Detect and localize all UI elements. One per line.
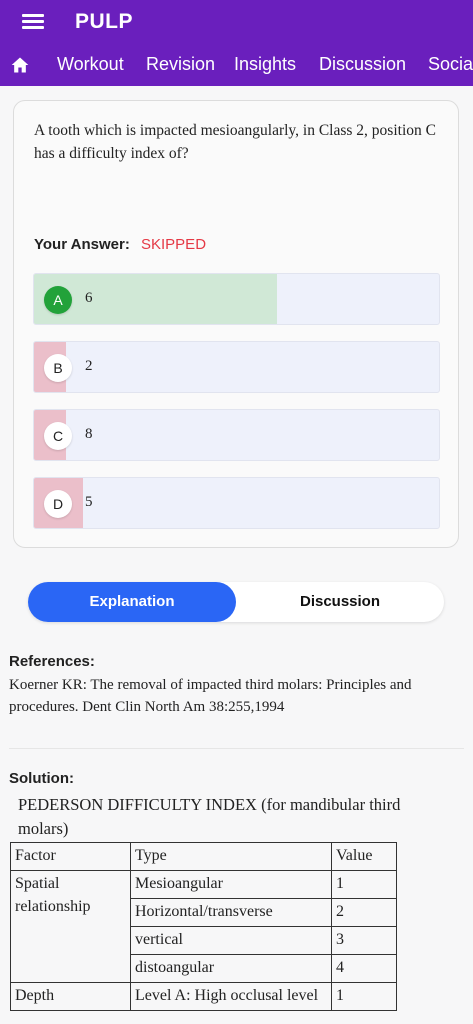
section-divider: [9, 748, 464, 749]
table-cell-value: 1: [331, 982, 397, 1011]
table-header-cell: Type: [130, 842, 332, 871]
table-cell-factor: Spatial relationship: [10, 870, 131, 983]
table-row: Spatial relationship Mesioangular 1: [10, 870, 397, 983]
table-cell-value: 2: [331, 898, 397, 927]
tab-revision[interactable]: Revision: [146, 54, 215, 75]
your-answer-status: SKIPPED: [141, 236, 207, 253]
table-cell-type: distoangular: [130, 954, 332, 983]
table-cell-value: 4: [331, 954, 397, 983]
nav-tabs: Workout Revision Insights Discussion Soc…: [0, 46, 473, 86]
question-card: A tooth which is impacted mesioangularly…: [13, 100, 459, 548]
tab-insights[interactable]: Insights: [234, 54, 296, 75]
option-c-badge: C: [44, 422, 72, 450]
table-header-cell: Factor: [10, 842, 131, 871]
solution-heading: Solution:: [9, 770, 74, 787]
menu-icon[interactable]: [22, 14, 44, 30]
tab-social[interactable]: Social: [428, 54, 473, 75]
table-cell-factor: Depth: [10, 982, 131, 1011]
table-cell-type: Horizontal/transverse: [130, 898, 332, 927]
explanation-discussion-toggle: Explanation Discussion: [28, 582, 444, 622]
table-row: Depth Level A: High occlusal level 1: [10, 982, 397, 1011]
question-text: A tooth which is impacted mesioangularly…: [34, 122, 436, 162]
option-d-badge: D: [44, 490, 72, 518]
option-b-text: 2: [85, 358, 93, 374]
table-header-cell: Value: [331, 842, 397, 871]
option-b[interactable]: B 2: [33, 341, 440, 393]
option-b-badge: B: [44, 354, 72, 382]
references-text: Koerner KR: The removal of impacted thir…: [9, 677, 412, 715]
app-bar: PULP: [0, 0, 473, 46]
home-icon[interactable]: [10, 55, 30, 75]
option-a[interactable]: A 6: [33, 273, 440, 325]
table-cell-value: 1: [331, 870, 397, 899]
option-c-text: 8: [85, 426, 93, 442]
discussion-tab[interactable]: Discussion: [236, 582, 444, 622]
table-header-row: Factor Type Value: [10, 842, 397, 871]
explanation-tab[interactable]: Explanation: [28, 582, 236, 622]
references-heading: References:: [9, 653, 95, 670]
tab-discussion[interactable]: Discussion: [319, 54, 406, 75]
table-cell-value: 3: [331, 926, 397, 955]
option-d[interactable]: D 5: [33, 477, 440, 529]
difficulty-index-table: Factor Type Value Spatial relationship M…: [10, 842, 397, 1011]
table-cell-type: vertical: [130, 926, 332, 955]
solution-intro: PEDERSON DIFFICULTY INDEX (for mandibula…: [18, 795, 401, 838]
option-a-text: 6: [85, 290, 93, 306]
option-a-badge: A: [44, 286, 72, 314]
table-cell-type: Level A: High occlusal level: [130, 982, 332, 1011]
app-title: PULP: [75, 10, 134, 33]
your-answer-label: Your Answer:: [34, 236, 130, 253]
option-c[interactable]: C 8: [33, 409, 440, 461]
option-d-text: 5: [85, 494, 93, 510]
tab-workout[interactable]: Workout: [57, 54, 124, 75]
table-cell-type: Mesioangular: [130, 870, 332, 899]
